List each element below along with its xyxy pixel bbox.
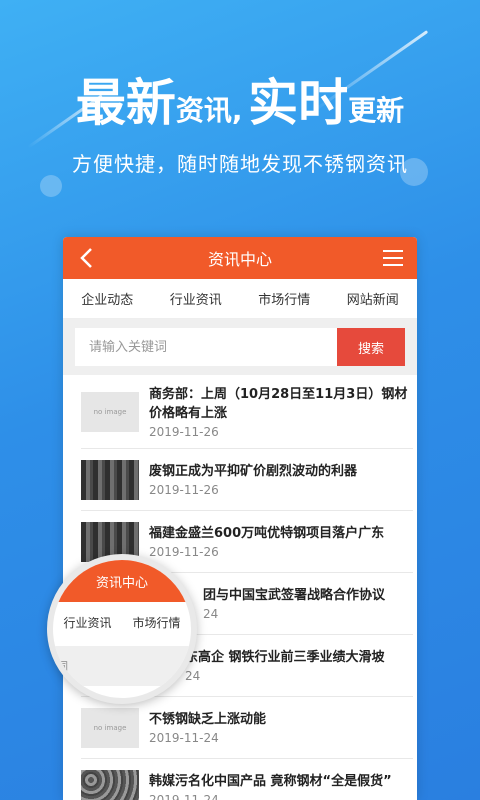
item-date: 2019-11-24 xyxy=(149,793,219,800)
list-item[interactable]: no image 商务部：上周（10月28日至11月3日）钢材价格略有上涨 20… xyxy=(81,375,413,449)
item-title: 团与中国宝武签署战略合作协议 xyxy=(203,588,386,603)
category-tabs: 企业动态 行业资讯 市场行情 网站新闻 xyxy=(63,279,417,319)
list-item[interactable]: 废钢正成为平抑矿价剧烈波动的利器 2019-11-26 xyxy=(81,449,413,511)
promo-banner: 最新资讯, 实时更新 方便快捷，随时随地发现不锈钢资讯 xyxy=(0,0,480,230)
item-title: 韩媒污名化中国产品 竟称钢材“全是假货” xyxy=(149,774,392,789)
headline-text: 最新 xyxy=(75,74,176,132)
item-title: 福建金盛兰600万吨优特钢项目落户广东 xyxy=(149,526,385,541)
tab-site-news[interactable]: 网站新闻 xyxy=(347,289,399,308)
item-title: 东高企 钢铁行业前三季业绩大滑坡 xyxy=(185,650,385,665)
search-button[interactable]: 搜索 xyxy=(337,328,405,366)
item-date: 2019-11-26 xyxy=(149,545,219,559)
thumbnail-image xyxy=(81,459,139,500)
headline-text: 更新 xyxy=(348,94,405,127)
list-item[interactable]: no image 不锈钢缺乏上涨动能 2019-11-24 xyxy=(81,697,413,759)
thumbnail-placeholder: no image xyxy=(81,707,139,748)
thumbnail-image xyxy=(81,769,139,800)
item-date: 2019-11-24 xyxy=(149,731,219,745)
magnified-tab: 市场行情 xyxy=(132,616,181,630)
tab-market-quotes[interactable]: 市场行情 xyxy=(258,289,310,308)
back-arrow-icon[interactable] xyxy=(77,247,97,269)
promo-headline: 最新资讯, 实时更新 xyxy=(0,78,480,128)
search-bar: 搜索 xyxy=(63,319,417,375)
promo-subline: 方便快捷，随时随地发现不锈钢资讯 xyxy=(72,152,408,176)
item-title: 不锈钢缺乏上涨动能 xyxy=(149,712,267,727)
tab-industry-news[interactable]: 行业资讯 xyxy=(170,289,222,308)
magnified-tabs: 行业资讯 市场行情 xyxy=(53,602,191,640)
decor-circle xyxy=(40,175,62,197)
item-title: 商务部：上周（10月28日至11月3日）钢材价格略有上涨 xyxy=(149,386,408,421)
magnified-tab: 行业资讯 xyxy=(63,616,112,630)
tab-company-news[interactable]: 企业动态 xyxy=(81,289,133,308)
magnified-search: 词 xyxy=(53,646,191,686)
item-date: 24 xyxy=(185,669,201,683)
menu-icon[interactable] xyxy=(383,250,403,266)
item-date: 2019-11-26 xyxy=(149,424,219,439)
page-title: 资讯中心 xyxy=(207,250,272,269)
thumbnail-placeholder: no image xyxy=(81,391,139,432)
headline-text: 实时 xyxy=(248,74,349,132)
headline-text: 资讯, xyxy=(175,94,243,127)
app-header: 资讯中心 xyxy=(63,237,417,279)
list-item[interactable]: 韩媒污名化中国产品 竟称钢材“全是假货” 2019-11-24 xyxy=(81,759,413,800)
item-date: 2019-11-26 xyxy=(149,483,219,497)
item-date: 24 xyxy=(203,607,219,621)
search-input[interactable] xyxy=(75,328,337,366)
magnifier-lens: 资讯中心 行业资讯 市场行情 词 上周（10月 xyxy=(47,554,197,704)
app-screen: 资讯中心 企业动态 行业资讯 市场行情 网站新闻 搜索 no image 商务部… xyxy=(63,237,417,800)
item-title: 废钢正成为平抑矿价剧烈波动的利器 xyxy=(149,464,358,479)
